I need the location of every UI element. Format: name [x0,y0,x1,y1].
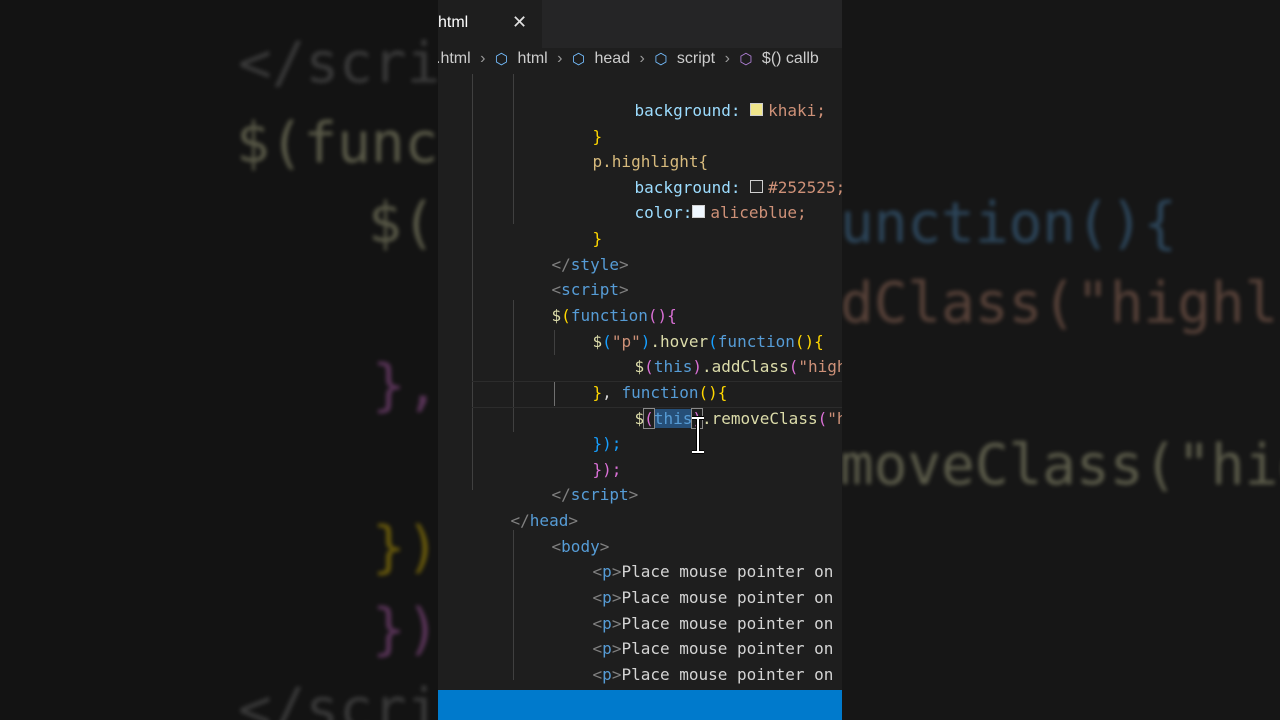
tab-html-file[interactable]: html ✕ [438,0,542,48]
chevron-right-icon: › [480,50,486,67]
bg-text: </scri [238,677,438,720]
background-left-blur: </scrip $(funct $( }, }) }) </scri [0,0,438,720]
code-line[interactable]: </style> [513,227,629,274]
bg-text: dClass("highli [842,271,1280,336]
bg-text: unction(){ [842,191,1178,256]
background-right-blur: unction(){ dClass("highli moveClass("hig [842,0,1280,720]
breadcrumb-item-head[interactable]: head [595,50,631,68]
code-editor[interactable]: html ✕ .html › ⬡ html › ⬡ head › ⬡ scrip… [438,0,842,720]
code-line[interactable]: <p>Place mouse pointer on me [554,560,842,607]
breadcrumb: .html › ⬡ html › ⬡ head › ⬡ script › ⬡ $… [438,50,842,74]
status-bar [438,690,842,720]
cube-icon: ⬡ [571,51,586,68]
color-swatch[interactable] [692,205,706,218]
code-line[interactable]: $(this).addClass("highli [596,329,842,376]
breadcrumb-item-callback[interactable]: $() callb [762,50,819,68]
code-line-current[interactable]: $(this).removeClass("hig [596,381,842,429]
keyword-selected: this [653,409,693,428]
breadcrumb-item-script[interactable]: script [677,50,715,68]
code-line[interactable]: </body> [513,663,619,710]
string: "highli [798,357,842,376]
code-line[interactable]: }, function(){ [554,355,728,402]
breadcrumb-item-html[interactable]: html [517,50,547,68]
css-value: khaki; [768,101,826,120]
bg-text: $( [368,191,436,256]
chevron-right-icon: › [639,50,645,67]
paren-match: ( [643,408,655,429]
tab-label: html [438,14,469,31]
code-line[interactable]: } [554,99,603,146]
code-line[interactable]: <p>Place mouse pointer on me [554,586,842,633]
code-line[interactable]: <script> [513,252,629,299]
paragraph-text: Place mouse pointer on me [621,665,842,684]
indent-guide [472,74,473,490]
bg-text: }) [372,515,438,580]
code-line[interactable]: <p>Place mouse pointer on me [554,611,842,658]
code-line[interactable]: background: #252525; [596,150,842,197]
css-property: background: [634,101,741,120]
css-property: color: [634,203,693,222]
cube-icon: ⬡ [494,51,509,68]
text-cursor-icon [692,416,704,454]
bg-text: $(funct [236,111,438,176]
indent-guide [513,74,514,224]
cube-icon: ⬡ [654,51,668,68]
css-value: aliceblue; [710,203,807,222]
code-line[interactable]: $(function(){ [513,278,677,325]
cube-icon: ⬡ [739,51,753,68]
code-line[interactable]: }); [554,432,622,479]
string: "hig [827,409,842,428]
code-line[interactable]: } [554,201,603,248]
tab-bar: html ✕ [438,0,842,48]
chevron-right-icon: › [724,50,730,67]
code-line[interactable]: <body> [513,509,610,556]
paren: ( [788,357,799,376]
breadcrumb-item-file[interactable]: .html [438,50,471,68]
tag-bracket: > [628,485,639,504]
code-line[interactable]: </script> [513,457,639,504]
code-line[interactable]: }); [554,406,622,453]
code-line[interactable]: $("p").hover(function(){ [554,304,824,351]
jquery-dollar: $ [634,409,645,428]
tag-name: script [570,485,629,504]
code-line[interactable]: </head> [472,483,578,530]
code-line[interactable]: p.highlight{ [554,124,709,171]
code-line[interactable]: <p>Place mouse pointer on me [554,534,842,581]
paren: ( [817,409,828,428]
bg-text: </scrip [238,31,438,96]
code-line[interactable]: color: aliceblue; [596,175,807,222]
code-line[interactable]: <p>Place mouse pointer on me [554,637,842,684]
color-swatch[interactable] [750,103,764,116]
close-icon[interactable]: ✕ [512,12,527,33]
bg-text: }) [372,597,438,662]
bg-text: }, [372,353,438,418]
chevron-right-icon: › [557,50,563,67]
bg-text: moveClass("hig [842,433,1280,498]
code-line[interactable]: background: khaki; [596,73,826,120]
method: .removeClass [701,409,818,428]
